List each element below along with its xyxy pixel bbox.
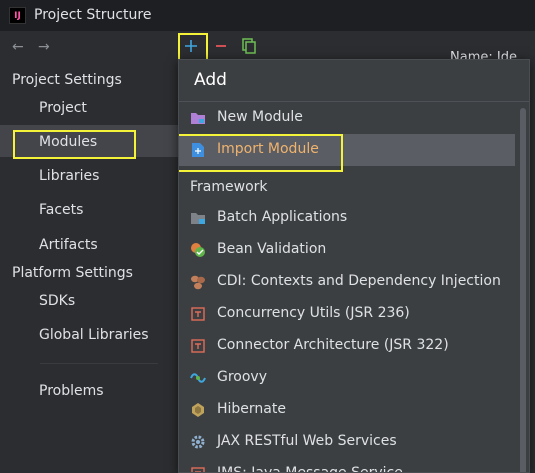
cdi-icon	[190, 274, 206, 290]
bean-validation-icon	[190, 242, 206, 258]
jee-icon	[190, 466, 206, 472]
intellij-app-icon: IJ	[9, 7, 26, 24]
framework-label: Hibernate	[217, 401, 286, 417]
batch-folder-icon	[190, 210, 206, 226]
framework-item-jms[interactable]: JMS: Java Message Service	[179, 458, 515, 473]
framework-label: Concurrency Utils (JSR 236)	[217, 305, 410, 321]
copy-button[interactable]	[238, 35, 260, 57]
section-project-settings: Project Settings	[12, 72, 122, 88]
folder-icon	[190, 110, 206, 126]
new-module-item[interactable]: New Module	[179, 102, 515, 134]
sidebar-item-libraries[interactable]: Libraries	[39, 168, 99, 184]
window-title: Project Structure	[34, 7, 152, 23]
groovy-icon	[190, 370, 206, 386]
jee-icon	[190, 306, 206, 322]
modules-highlight-box	[13, 130, 136, 159]
title-bar: IJ Project Structure	[0, 0, 535, 31]
import-module-highlight-box	[179, 134, 343, 172]
framework-item-bean-validation[interactable]: Bean Validation	[179, 234, 515, 266]
popup-scrollbar[interactable]	[520, 108, 526, 472]
add-button-highlight-box	[178, 33, 208, 61]
framework-label: JAX RESTful Web Services	[217, 433, 397, 449]
copy-icon	[242, 38, 256, 54]
section-platform-settings: Platform Settings	[12, 265, 133, 281]
framework-group-label: Framework	[190, 179, 268, 195]
popup-title: Add	[194, 70, 227, 90]
framework-label: JMS: Java Message Service	[217, 465, 403, 473]
framework-label: Connector Architecture (JSR 322)	[217, 337, 449, 353]
sidebar-item-artifacts[interactable]: Artifacts	[39, 237, 98, 253]
forward-arrow-icon[interactable]: →	[38, 39, 50, 55]
gear-icon	[190, 434, 206, 450]
minus-icon	[216, 45, 226, 47]
sidebar-item-problems[interactable]: Problems	[39, 383, 104, 399]
framework-label: Batch Applications	[217, 209, 348, 225]
framework-label: Groovy	[217, 369, 267, 385]
framework-label: CDI: Contexts and Dependency Injection	[217, 273, 501, 289]
framework-item-batch-applications[interactable]: Batch Applications	[179, 202, 515, 234]
framework-item-jax-rs[interactable]: JAX RESTful Web Services	[179, 426, 515, 458]
framework-item-cdi[interactable]: CDI: Contexts and Dependency Injection	[179, 266, 515, 298]
sidebar-item-facets[interactable]: Facets	[39, 202, 83, 218]
sidebar-item-sdks[interactable]: SDKs	[39, 293, 75, 309]
sidebar-item-project[interactable]: Project	[39, 100, 87, 116]
framework-item-groovy[interactable]: Groovy	[179, 362, 515, 394]
sidebar-item-global-libraries[interactable]: Global Libraries	[39, 327, 149, 343]
sidebar-separator	[40, 363, 158, 364]
jee-icon	[190, 338, 206, 354]
modules-toolbar	[178, 31, 535, 61]
back-arrow-icon[interactable]: ←	[12, 39, 24, 55]
add-popup: Add New Module Import Module Framework B…	[178, 59, 530, 473]
framework-label: Bean Validation	[217, 241, 327, 257]
framework-item-connector-architecture[interactable]: Connector Architecture (JSR 322)	[179, 330, 515, 362]
framework-item-hibernate[interactable]: Hibernate	[179, 394, 515, 426]
new-module-label: New Module	[217, 109, 303, 125]
hibernate-icon	[190, 402, 206, 418]
sidebar: ← → Project Settings Project Modules Lib…	[0, 31, 178, 473]
remove-button[interactable]	[210, 35, 232, 57]
framework-item-concurrency-utils[interactable]: Concurrency Utils (JSR 236)	[179, 298, 515, 330]
